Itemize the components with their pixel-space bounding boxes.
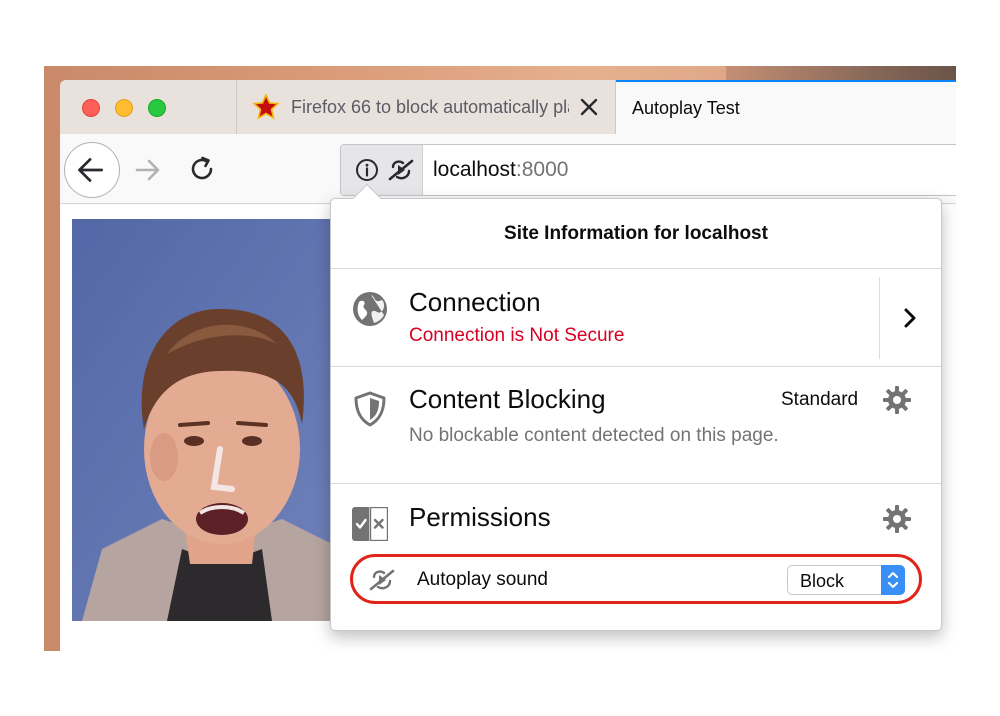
chevron-right-icon[interactable] — [891, 299, 929, 337]
tab-title: Autoplay Test — [632, 97, 740, 118]
select-value: Block — [800, 571, 845, 591]
video-frame-image — [72, 219, 362, 621]
gear-icon[interactable] — [881, 384, 913, 416]
permission-label: Autoplay sound — [417, 569, 548, 590]
identity-box[interactable] — [341, 145, 423, 195]
info-icon[interactable] — [355, 158, 379, 182]
panel-title: Site Information for localhost — [504, 222, 768, 244]
autoplay-permission-select[interactable]: Block — [787, 565, 905, 595]
select-stepper-button[interactable] — [881, 565, 905, 595]
screenshot-stage: Firefox 66 to block automatically playin… — [0, 0, 1000, 716]
updown-chevron-icon — [888, 572, 898, 588]
star-favicon-icon — [253, 94, 279, 120]
connection-status: Connection is Not Secure — [409, 325, 625, 346]
content-blocking-title: Content Blocking — [409, 384, 606, 414]
tab-firefox-66[interactable]: Firefox 66 to block automatically playin… — [236, 80, 616, 134]
url-port: :8000 — [515, 158, 569, 181]
gear-icon[interactable] — [881, 503, 913, 535]
forward-arrow-icon[interactable] — [132, 154, 164, 186]
connection-section[interactable]: Connection Connection is Not Secure — [331, 269, 941, 367]
video-player[interactable] — [72, 219, 362, 621]
content-blocking-description: No blockable content detected on this pa… — [409, 425, 779, 446]
window-minimize-button[interactable] — [115, 99, 133, 117]
shield-icon — [354, 391, 386, 427]
tab-strip: Firefox 66 to block automatically playin… — [60, 80, 956, 134]
autoplay-blocked-icon — [369, 569, 395, 591]
back-arrow-icon — [78, 158, 103, 182]
tab-autoplay-test[interactable]: Autoplay Test — [616, 80, 956, 134]
content-blocking-section: Content Blocking Standard No blockable c… — [331, 367, 941, 484]
permissions-icon — [352, 506, 388, 541]
autoplay-blocked-icon[interactable] — [387, 157, 415, 183]
connection-title: Connection — [409, 287, 541, 317]
reload-icon[interactable] — [186, 153, 218, 185]
globe-icon — [353, 292, 387, 326]
permission-row-autoplay: Autoplay sound Block — [350, 554, 922, 604]
divider — [879, 277, 880, 359]
url-bar[interactable]: localhost:8000 — [340, 144, 956, 196]
window-zoom-button[interactable] — [148, 99, 166, 117]
navigation-toolbar: localhost:8000 — [60, 134, 956, 204]
permissions-title: Permissions — [409, 502, 551, 532]
tab-title: Firefox 66 to block automatically playin… — [291, 96, 569, 117]
window-close-button[interactable] — [82, 99, 100, 117]
back-button[interactable] — [64, 142, 120, 198]
close-tab-icon[interactable] — [577, 95, 601, 119]
url-text[interactable]: localhost:8000 — [433, 158, 568, 182]
panel-header: Site Information for localhost — [331, 199, 941, 269]
url-host: localhost — [433, 158, 516, 181]
blocking-mode-label[interactable]: Standard — [781, 389, 858, 411]
